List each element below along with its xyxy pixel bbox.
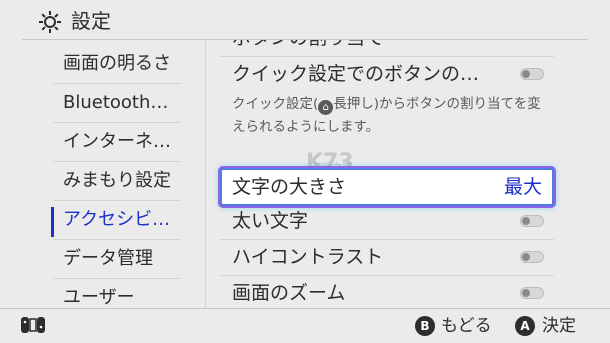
high-contrast-toggle[interactable] (520, 251, 544, 263)
settings-list: ボタンの割り当て クイック設定でのボタンの… クイック設定(⌂長押し)からボタン… (206, 40, 610, 308)
active-indicator (51, 207, 54, 237)
back-button[interactable]: もどる (441, 313, 492, 339)
row-description: クイック設定(⌂ 長押し)からボタンの割り当てを変えられるようにします。 (232, 96, 541, 135)
b-button-icon[interactable]: B (415, 316, 435, 336)
sidebar-item-accessibility[interactable]: アクセシビ… (53, 200, 181, 239)
text-size-value: 最大 (503, 176, 542, 198)
confirm-button[interactable]: 決定 (542, 313, 576, 339)
sidebar-item-data-management[interactable]: データ管理 (53, 239, 181, 278)
row-label: ハイコントラスト (232, 246, 384, 268)
header-bar: 設定 (0, 0, 610, 40)
bold-text-toggle[interactable] (520, 215, 544, 227)
row-label: ボタンの割り当て (232, 40, 384, 56)
gear-icon (39, 11, 61, 33)
sidebar-item-bluetooth[interactable]: Bluetooth… (53, 83, 181, 122)
sidebar-item-users[interactable]: ユーザー (53, 278, 181, 308)
high-contrast-row[interactable]: ハイコントラスト (220, 239, 554, 275)
quick-settings-toggle[interactable] (520, 68, 544, 80)
sidebar-item-parental-controls[interactable]: みまもり設定 (53, 161, 181, 200)
sidebar-item-internet[interactable]: インターネ… (53, 122, 181, 161)
row-label: 画面のズーム (232, 282, 346, 304)
row-label: 文字の大きさ (232, 176, 347, 198)
row-label: クイック設定でのボタンの… (232, 63, 480, 85)
button-mapping-row[interactable]: ボタンの割り当て (220, 40, 554, 56)
joycon-icon (21, 317, 45, 333)
home-icon: ⌂ (318, 100, 334, 115)
text-size-row[interactable]: 文字の大きさ 最大 (220, 168, 554, 206)
a-button-icon[interactable]: A (515, 316, 535, 336)
footer-bar: B もどる A 決定 (0, 309, 610, 343)
screen-zoom-row[interactable]: 画面のズーム (220, 275, 554, 308)
screen-zoom-toggle[interactable] (520, 287, 544, 299)
bold-text-row[interactable]: 太い文字 (220, 203, 554, 239)
page-title: 設定 (71, 9, 111, 33)
sidebar: 画面の明るさ Bluetooth… インターネ… みまもり設定 アクセシビ… デ… (0, 40, 205, 308)
quick-settings-button-row[interactable]: クイック設定でのボタンの… (220, 56, 554, 92)
sidebar-item-brightness[interactable]: 画面の明るさ (53, 44, 181, 83)
row-label: 太い文字 (232, 210, 309, 232)
